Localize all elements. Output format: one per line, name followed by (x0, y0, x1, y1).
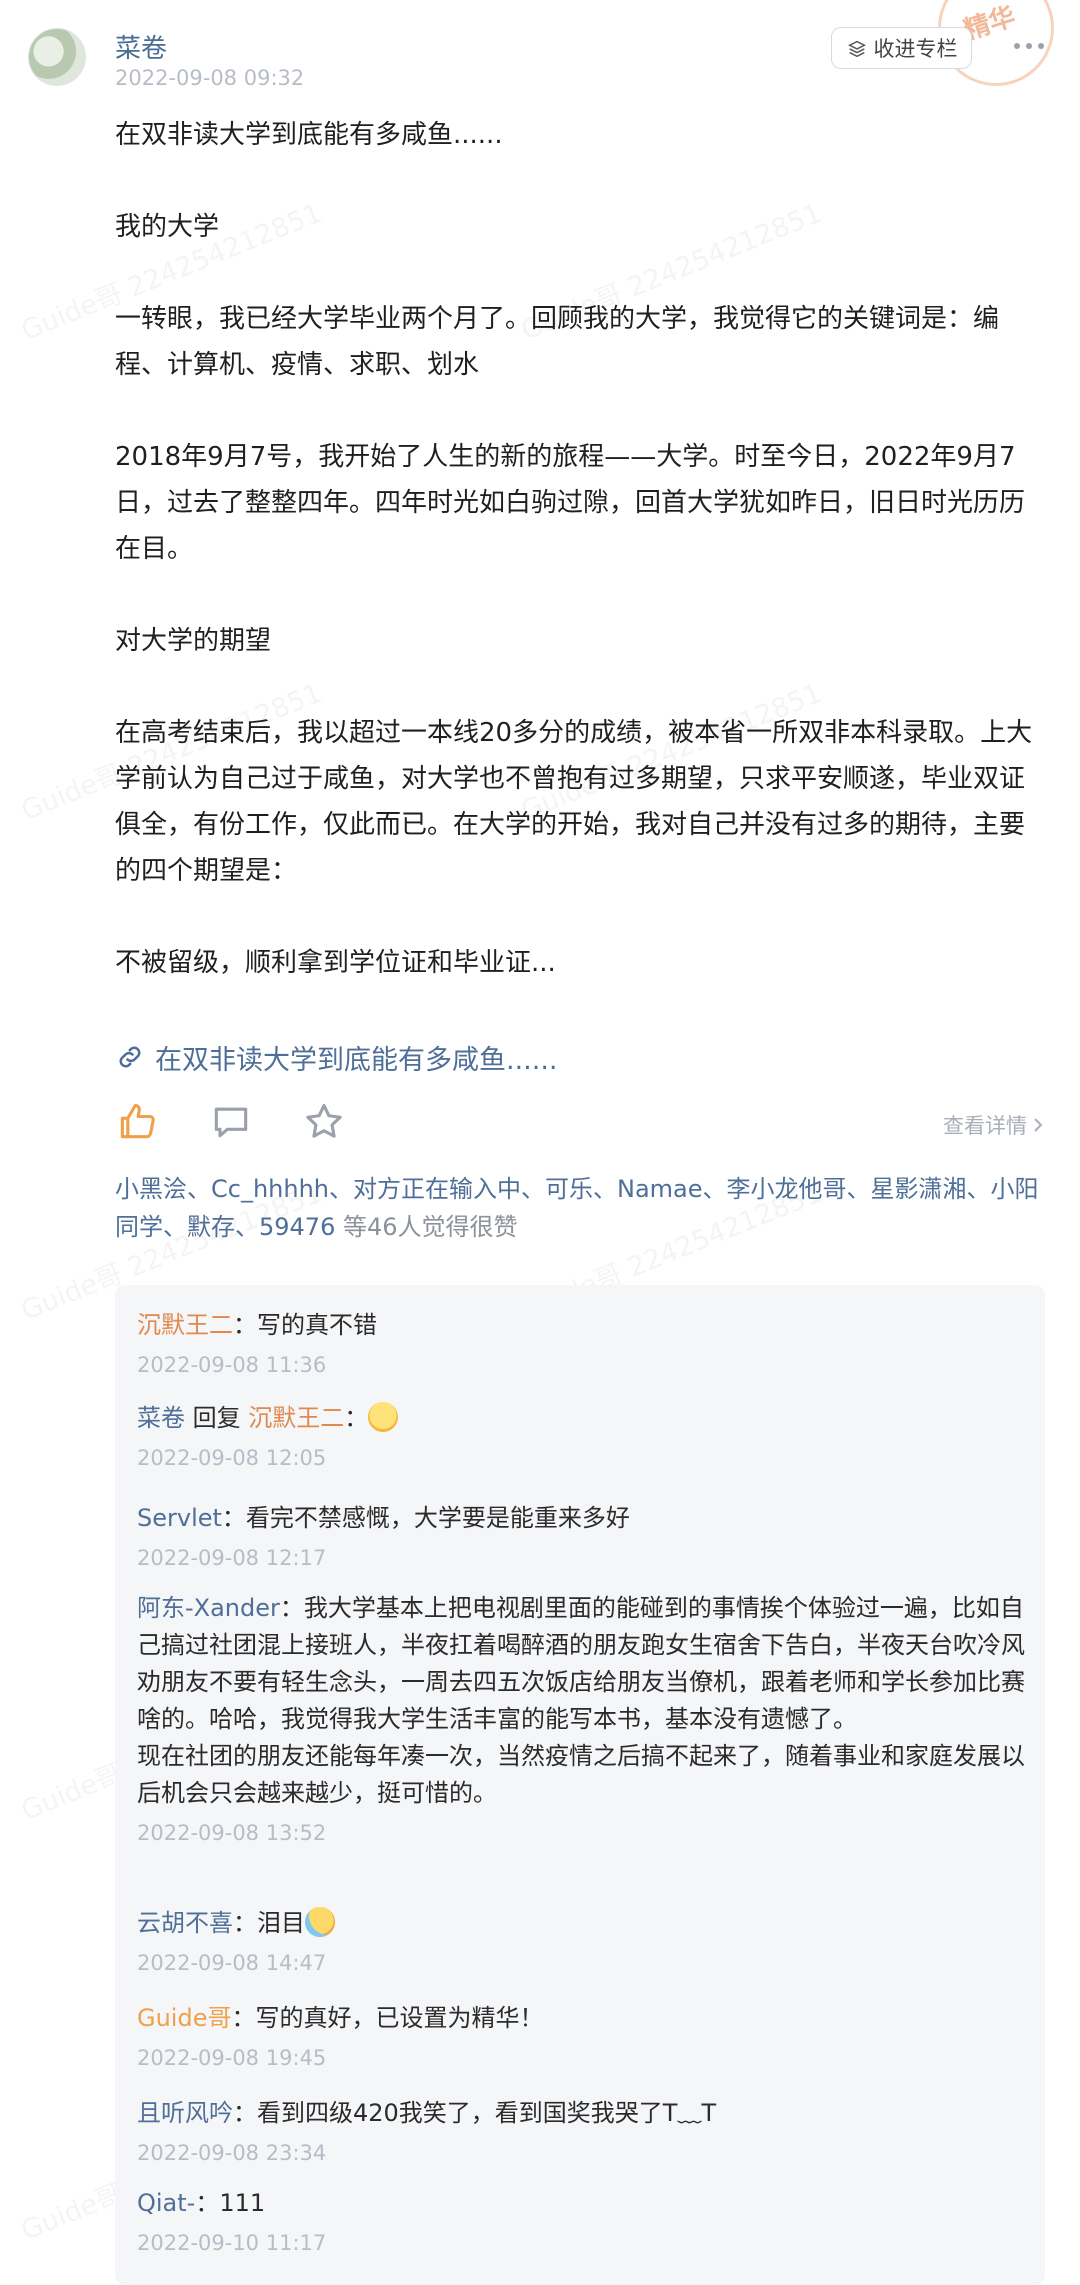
post-paragraph: 一转眼，我已经大学毕业两个月了。回顾我的大学，我觉得它的关键词是：编程、计算机、… (115, 304, 1000, 380)
likes-count: 等46人觉得很赞 (335, 1213, 518, 1241)
commenter-name[interactable]: 云胡不喜 (137, 1909, 233, 1937)
post-heading: 对大学的期望 (115, 626, 272, 656)
post-paragraph: 2018年9月7号，我开始了人生的新的旅程——大学。时至今日，2022年9月7日… (115, 442, 1026, 564)
more-icon[interactable] (1012, 36, 1046, 56)
liker-names[interactable]: 小黑浍、Cc_hhhhh、对方正在输入中、可乐、Namae、李小龙他哥、星影潇湘… (115, 1175, 1039, 1241)
comment-text: ： (344, 1404, 369, 1432)
comment-item[interactable]: Guide哥：写的真好，已设置为精华！ 2022-09-08 19:45 (137, 2000, 1027, 2073)
comment-time: 2022-09-08 12:05 (137, 1446, 327, 1470)
link-icon (119, 1046, 141, 1068)
commenter-name[interactable]: 沉默王二 (137, 1311, 233, 1339)
post-heading: 我的大学 (115, 212, 220, 242)
comment-item[interactable]: Qiat-：111 2022-09-10 11:17 (137, 2185, 1027, 2258)
post-time: 2022-09-08 09:32 (115, 66, 305, 90)
comment-text: ：看完不禁感慨，大学要是能重来多好 (221, 1504, 630, 1532)
action-bar: 查看详情 (115, 1100, 1045, 1152)
comment-item[interactable]: 阿东-Xander：我大学基本上把电视剧里面的能碰到的事情挨个体验过一遍，比如自… (137, 1590, 1027, 1848)
comment-time: 2022-09-08 13:52 (137, 1821, 327, 1845)
view-detail-label: 查看详情 (943, 1114, 1027, 1138)
comment-text: ：看到四级420我笑了，看到国奖我哭了T﹏T (233, 2099, 717, 2127)
commenter-name[interactable]: Qiat- (137, 2189, 195, 2217)
comment-text: ：写的真好，已设置为精华！ (231, 2004, 544, 2032)
star-icon[interactable] (302, 1100, 346, 1144)
post-content: 在双非读大学到底能有多咸鱼...... 我的大学 一转眼，我已经大学毕业两个月了… (115, 112, 1045, 1032)
comment-item[interactable]: 沉默王二：写的真不错 2022-09-08 11:36 (137, 1307, 1027, 1380)
commenter-name[interactable]: 且听风吟 (137, 2099, 233, 2127)
comment-item[interactable]: Servlet：看完不禁感慨，大学要是能重来多好 2022-09-08 12:1… (137, 1500, 1027, 1573)
comment-time: 2022-09-08 23:34 (137, 2141, 327, 2165)
likes-list: 小黑浍、Cc_hhhhh、对方正在输入中、可乐、Namae、李小龙他哥、星影潇湘… (115, 1170, 1045, 1246)
like-icon[interactable] (115, 1100, 159, 1144)
comment-time: 2022-09-08 14:47 (137, 1951, 327, 1975)
smile-emoji-icon (368, 1402, 399, 1432)
view-detail-link[interactable]: 查看详情 (943, 1110, 1045, 1140)
comment-icon[interactable] (209, 1100, 253, 1144)
author-name[interactable]: 菜卷 (115, 28, 167, 65)
collect-label: 收进专栏 (873, 37, 958, 61)
comment-time: 2022-09-08 11:36 (137, 1353, 327, 1377)
post-header: 精华 菜卷 2022-09-08 09:32 收进专栏 (0, 0, 1080, 110)
commenter-name[interactable]: 阿东-Xander (137, 1594, 280, 1622)
tears-emoji-icon (305, 1907, 335, 1937)
reply-word: 回复 (185, 1404, 249, 1432)
post-paragraph: 在双非读大学到底能有多咸鱼...... (115, 120, 503, 150)
reply-target-name[interactable]: 沉默王二 (248, 1404, 344, 1432)
comment-text: ：写的真不错 (233, 1311, 377, 1339)
comment-text: ：泪目 (233, 1909, 305, 1937)
commenter-name[interactable]: Guide哥 (137, 2004, 231, 2032)
comment-text: ：111 (195, 2189, 266, 2217)
article-link[interactable]: 在双非读大学到底能有多咸鱼...... (115, 1034, 558, 1080)
article-link-text: 在双非读大学到底能有多咸鱼...... (155, 1044, 558, 1076)
comment-time: 2022-09-08 19:45 (137, 2046, 327, 2070)
comment-item[interactable]: 且听风吟：看到四级420我笑了，看到国奖我哭了T﹏T 2022-09-08 23… (137, 2095, 1027, 2168)
post-paragraph: 不被留级，顺利拿到学位证和毕业证... (115, 948, 556, 978)
chevron-right-icon (1034, 1118, 1043, 1132)
collect-to-column-button[interactable]: 收进专栏 (831, 27, 972, 69)
commenter-name[interactable]: Servlet (137, 1504, 222, 1532)
comment-section: 沉默王二：写的真不错 2022-09-08 11:36 菜卷 回复 沉默王二： … (115, 1285, 1045, 2285)
comment-item[interactable]: 菜卷 回复 沉默王二： 2022-09-08 12:05 (137, 1400, 1027, 1473)
comment-text-continued: 现在社团的朋友还能每年凑一次，当然疫情之后搞不起来了，随着事业和家庭发展以后机会… (137, 1742, 1025, 1807)
column-icon (847, 40, 866, 58)
avatar[interactable] (28, 28, 86, 86)
comment-time: 2022-09-08 12:17 (137, 1546, 327, 1570)
comment-item[interactable]: 云胡不喜：泪目 2022-09-08 14:47 (137, 1905, 1027, 1978)
comment-time: 2022-09-10 11:17 (137, 2231, 327, 2255)
commenter-name[interactable]: 菜卷 (137, 1404, 185, 1432)
post-paragraph: 在高考结束后，我以超过一本线20多分的成绩，被本省一所双非本科录取。上大学前认为… (115, 718, 1033, 886)
